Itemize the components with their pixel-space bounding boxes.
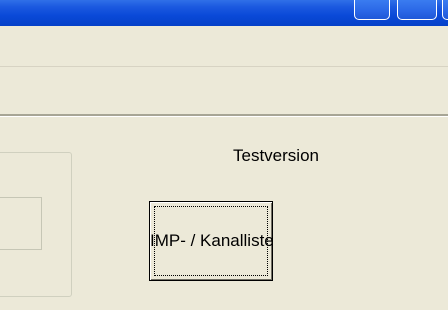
testversion-label: Testversion	[233, 146, 319, 165]
input-field[interactable]	[0, 197, 42, 250]
close-button[interactable]	[442, 0, 448, 20]
maximize-button[interactable]	[397, 0, 437, 20]
minimize-button[interactable]	[354, 0, 390, 20]
toolbar	[0, 67, 448, 116]
application-window: Testversion IMP- / Kanalliste	[0, 0, 448, 310]
menu-bar	[0, 26, 448, 67]
button-label: IMP- / Kanalliste	[150, 231, 274, 250]
imp-kanalliste-button[interactable]: IMP- / Kanalliste	[149, 201, 274, 281]
title-bar[interactable]	[0, 0, 448, 26]
toolbar-divider	[0, 116, 448, 117]
